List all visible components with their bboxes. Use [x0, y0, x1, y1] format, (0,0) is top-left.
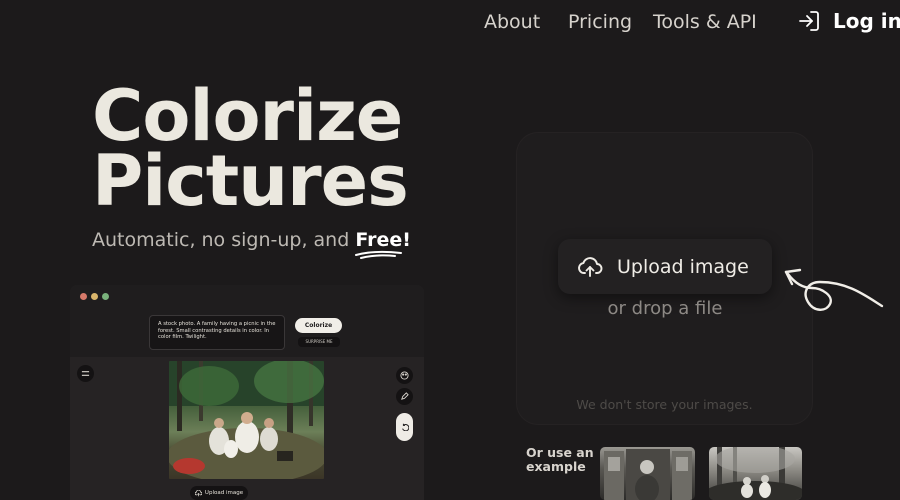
app-preview-upload-button: Upload image — [190, 486, 248, 500]
app-preview-menu-icon — [77, 365, 94, 382]
login-button[interactable]: Log in — [797, 9, 900, 33]
app-preview-window: A stock photo. A family having a picnic … — [70, 285, 424, 500]
app-preview-header: A stock photo. A family having a picnic … — [70, 285, 424, 357]
upload-image-label: Upload image — [617, 255, 749, 278]
hero-subtitle-text: Automatic, no sign-up, and — [92, 229, 356, 251]
window-close-dot — [80, 293, 87, 300]
window-minimize-dot — [91, 293, 98, 300]
app-preview-surprise-button: SURPRISE ME — [298, 337, 340, 347]
example-photo-2-icon — [709, 447, 802, 500]
nav-tools-api-link[interactable]: Tools & API — [653, 11, 757, 33]
nav-pricing-link[interactable]: Pricing — [568, 11, 632, 33]
cloud-upload-icon — [578, 256, 603, 277]
app-preview-pencil-icon — [396, 388, 413, 405]
app-preview-photo — [169, 361, 324, 479]
login-label: Log in — [833, 9, 900, 33]
example-image-1[interactable] — [600, 447, 695, 500]
nav-about-link[interactable]: About — [484, 11, 540, 33]
example-image-2[interactable] — [709, 447, 802, 500]
login-icon — [799, 11, 819, 31]
hand-drawn-arrow-icon — [784, 268, 884, 311]
examples-label: Or use an example — [526, 445, 594, 474]
hero-title: Colorize Pictures — [92, 81, 422, 222]
hero-subtitle: Automatic, no sign-up, and Free! — [92, 229, 411, 259]
window-maximize-dot — [102, 293, 109, 300]
app-preview-undo-icon — [396, 413, 413, 441]
example-photo-1-icon — [604, 449, 692, 500]
app-preview-upload-label: Upload image — [204, 490, 244, 496]
upload-image-button[interactable]: Upload image — [558, 239, 772, 294]
app-preview-palette-icon — [396, 367, 413, 384]
hero-subtitle-free: Free! — [355, 229, 411, 251]
app-preview-prompt: A stock photo. A family having a picnic … — [149, 315, 285, 350]
privacy-note: We don't store your images. — [576, 397, 753, 412]
underline-scribble-icon — [355, 250, 403, 259]
drop-file-hint: or drop a file — [607, 298, 723, 319]
family-picnic-photo-icon — [169, 361, 324, 479]
app-preview-colorize-button: Colorize — [295, 318, 342, 333]
hero-title-line-2: Pictures — [92, 140, 409, 222]
top-nav: About Pricing Tools & API Log in — [0, 0, 900, 46]
